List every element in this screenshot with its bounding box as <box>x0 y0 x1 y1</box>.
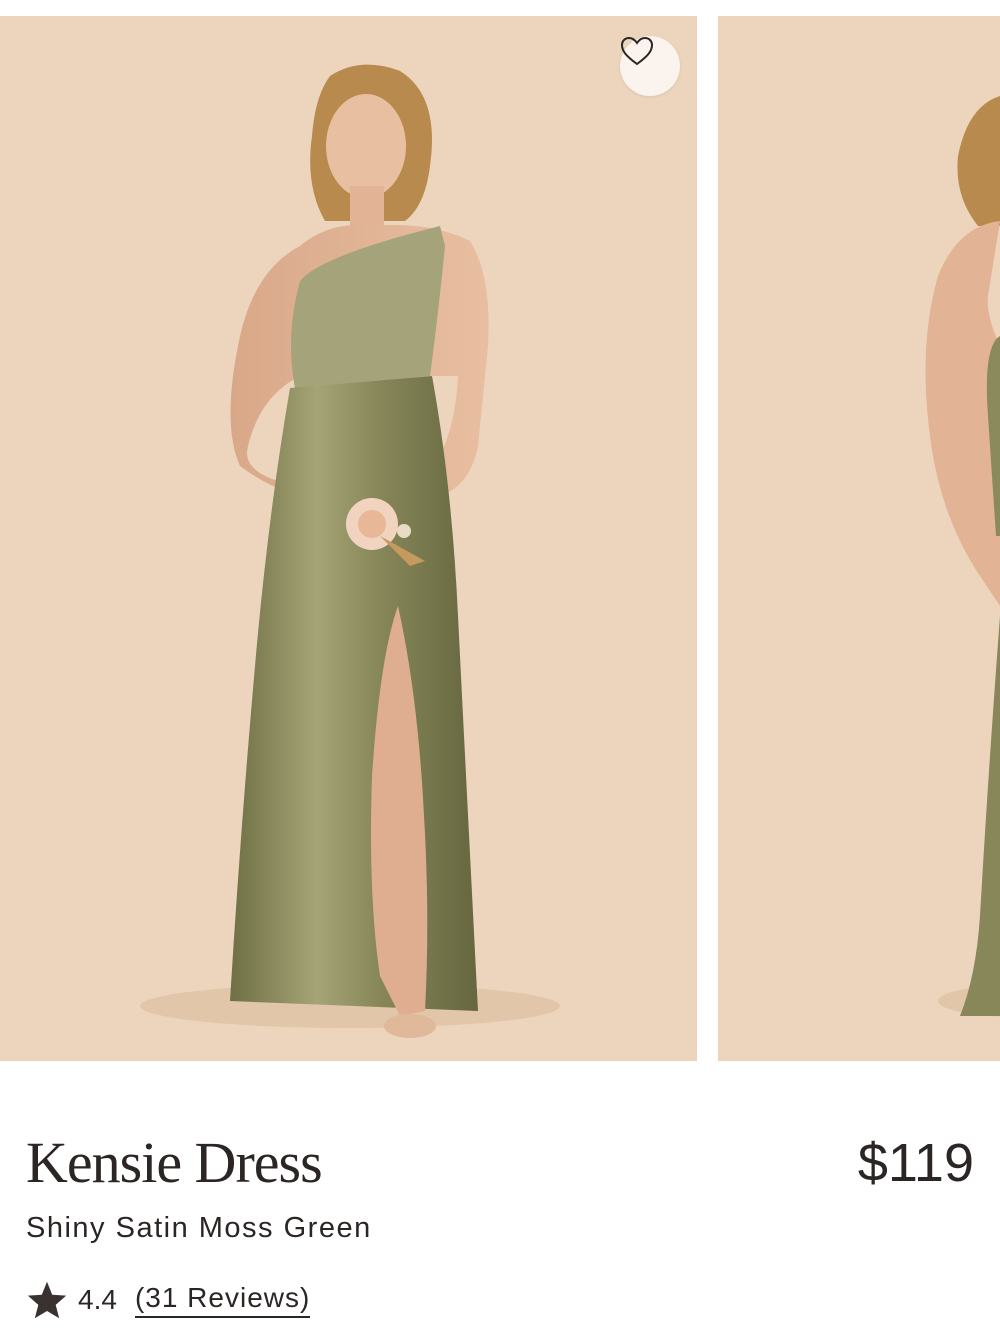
product-price: $119 <box>857 1133 974 1193</box>
dress-model-illustration <box>140 64 560 1038</box>
favorite-button[interactable] <box>620 36 680 96</box>
dress-model-back-illustration <box>925 96 1000 1017</box>
product-image-back[interactable] <box>718 16 1000 1061</box>
product-variant: Shiny Satin Moss Green <box>26 1212 372 1244</box>
product-image-front[interactable] <box>0 16 697 1061</box>
heart-outline-icon <box>620 36 654 66</box>
star-icon <box>27 1281 67 1319</box>
reviews-link[interactable]: (31 Reviews) <box>134 1282 311 1318</box>
product-image-gallery[interactable] <box>0 16 1000 1061</box>
product-title[interactable]: Kensie Dress <box>26 1128 323 1198</box>
rating-score: 4.4 <box>78 1284 117 1315</box>
product-rating: 4.4 (31 Reviews) <box>26 1278 311 1322</box>
